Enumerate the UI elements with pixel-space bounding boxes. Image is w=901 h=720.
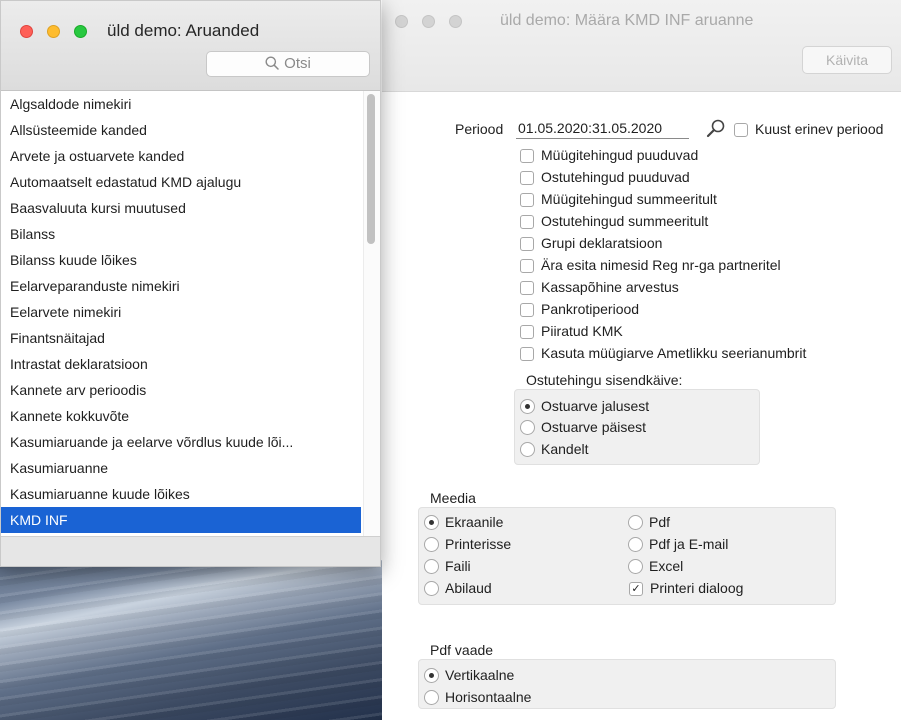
spec-window-title: üld demo: Määra KMD INF aruanne bbox=[500, 12, 754, 29]
radio-label: Kandelt bbox=[541, 441, 589, 457]
custom-period-checkbox[interactable] bbox=[734, 123, 748, 137]
option-checkbox[interactable] bbox=[520, 259, 534, 273]
minimize-icon[interactable] bbox=[422, 15, 435, 28]
option-label: Piiratud KMK bbox=[541, 323, 623, 339]
purchase-source-label: Ostutehingu sisendkäive: bbox=[526, 372, 683, 388]
option-checkbox[interactable] bbox=[520, 347, 534, 361]
magnifier-icon[interactable] bbox=[706, 118, 728, 138]
list-item-selected[interactable]: KMD INF bbox=[1, 507, 361, 533]
option-checkbox[interactable] bbox=[520, 193, 534, 207]
radio-label: Printerisse bbox=[445, 536, 512, 552]
list-item[interactable]: Kannete arv perioodis bbox=[1, 377, 361, 403]
radio-button[interactable] bbox=[628, 515, 643, 530]
radio-label: Horisontaalne bbox=[445, 689, 532, 705]
reports-window-titlebar: üld demo: Aruanded Otsi bbox=[1, 1, 380, 91]
option-checkbox[interactable] bbox=[520, 171, 534, 185]
minimize-icon[interactable] bbox=[47, 25, 60, 38]
radio-button[interactable] bbox=[628, 537, 643, 552]
option-checkbox[interactable] bbox=[520, 325, 534, 339]
list-item[interactable]: Eelarveparanduste nimekiri bbox=[1, 273, 361, 299]
list-item[interactable]: Allsüsteemide kanded bbox=[1, 117, 361, 143]
spec-window-titlebar: üld demo: Määra KMD INF aruanne Käivita bbox=[382, 0, 901, 92]
option-label: Grupi deklaratsioon bbox=[541, 235, 663, 251]
option-label: Ostutehingud puuduvad bbox=[541, 169, 690, 185]
radio-button[interactable] bbox=[520, 420, 535, 435]
option-label: Pankrotiperiood bbox=[541, 301, 640, 317]
print-dialog-checkbox[interactable]: ✓ bbox=[629, 582, 643, 596]
option-label: Kassapõhine arvestus bbox=[541, 279, 679, 295]
option-checkbox[interactable] bbox=[520, 149, 534, 163]
custom-period-label: Kuust erinev periood bbox=[755, 121, 884, 137]
option-checkbox[interactable] bbox=[520, 237, 534, 251]
zoom-icon[interactable] bbox=[74, 25, 87, 38]
radio-label: Abilaud bbox=[445, 580, 492, 596]
radio-button[interactable] bbox=[520, 399, 535, 414]
radio-label: Ekraanile bbox=[445, 514, 504, 530]
scrollbar-thumb[interactable] bbox=[367, 94, 375, 244]
option-checkbox[interactable] bbox=[520, 215, 534, 229]
list-item[interactable]: Finantsnäitajad bbox=[1, 325, 361, 351]
option-label: Müügitehingud puuduvad bbox=[541, 147, 699, 163]
radio-label: Excel bbox=[649, 558, 684, 574]
report-list: Algsaldode nimekiri Allsüsteemide kanded… bbox=[1, 91, 363, 536]
option-checkbox[interactable] bbox=[520, 303, 534, 317]
list-item[interactable]: Automaatselt edastatud KMD ajalugu bbox=[1, 169, 361, 195]
print-dialog-label: Printeri dialoog bbox=[650, 580, 744, 596]
option-label: Kasuta müügiarve Ametlikku seerianumbrit bbox=[541, 345, 807, 361]
list-item[interactable]: Kasumiaruande ja eelarve võrdlus kuude l… bbox=[1, 429, 361, 455]
radio-label: Faili bbox=[445, 558, 471, 574]
magnifier-icon bbox=[265, 56, 279, 70]
radio-label: Ostuarve päisest bbox=[541, 419, 647, 435]
list-item[interactable]: Kasumiaruanne kuude lõikes bbox=[1, 481, 361, 507]
radio-label: Pdf ja E-mail bbox=[649, 536, 729, 552]
radio-button[interactable] bbox=[424, 690, 439, 705]
reports-window-footer bbox=[1, 536, 380, 566]
radio-button[interactable] bbox=[424, 537, 439, 552]
option-label: Ära esita nimesid Reg nr-ga partneritel bbox=[541, 257, 781, 273]
option-checkbox[interactable] bbox=[520, 281, 534, 295]
list-item[interactable]: Bilanss kuude lõikes bbox=[1, 247, 361, 273]
period-input[interactable]: 01.05.2020:31.05.2020 bbox=[516, 119, 689, 139]
list-item[interactable]: Algsaldode nimekiri bbox=[1, 91, 361, 117]
list-item[interactable]: Eelarvete nimekiri bbox=[1, 299, 361, 325]
media-label: Meedia bbox=[430, 490, 476, 506]
list-item[interactable]: Kannete kokkuvõte bbox=[1, 403, 361, 429]
list-item[interactable]: Bilanss bbox=[1, 221, 361, 247]
close-icon[interactable] bbox=[395, 15, 408, 28]
list-item[interactable]: Kasumiaruanne bbox=[1, 455, 361, 481]
radio-button[interactable] bbox=[424, 559, 439, 574]
radio-button[interactable] bbox=[628, 559, 643, 574]
close-icon[interactable] bbox=[20, 25, 33, 38]
reports-window: üld demo: Aruanded Otsi Algsaldode nimek… bbox=[0, 0, 381, 567]
search-placeholder: Otsi bbox=[284, 55, 311, 72]
radio-label: Vertikaalne bbox=[445, 667, 515, 683]
period-label: Periood bbox=[455, 121, 504, 137]
search-input[interactable]: Otsi bbox=[206, 51, 370, 77]
reports-window-title: üld demo: Aruanded bbox=[107, 21, 260, 40]
zoom-icon[interactable] bbox=[449, 15, 462, 28]
option-label: Ostutehingud summeeritult bbox=[541, 213, 709, 229]
list-item[interactable]: Baasvaluuta kursi muutused bbox=[1, 195, 361, 221]
list-item[interactable]: Intrastat deklaratsioon bbox=[1, 351, 361, 377]
list-item[interactable]: Arvete ja ostuarvete kanded bbox=[1, 143, 361, 169]
radio-button[interactable] bbox=[424, 515, 439, 530]
radio-label: Pdf bbox=[649, 514, 671, 530]
option-label: Müügitehingud summeeritult bbox=[541, 191, 717, 207]
radio-label: Ostuarve jalusest bbox=[541, 398, 650, 414]
radio-button[interactable] bbox=[424, 668, 439, 683]
run-button[interactable]: Käivita bbox=[802, 46, 892, 74]
radio-button[interactable] bbox=[520, 442, 535, 457]
desktop-background bbox=[0, 560, 382, 720]
pdf-view-label: Pdf vaade bbox=[430, 642, 494, 658]
radio-button[interactable] bbox=[424, 581, 439, 596]
